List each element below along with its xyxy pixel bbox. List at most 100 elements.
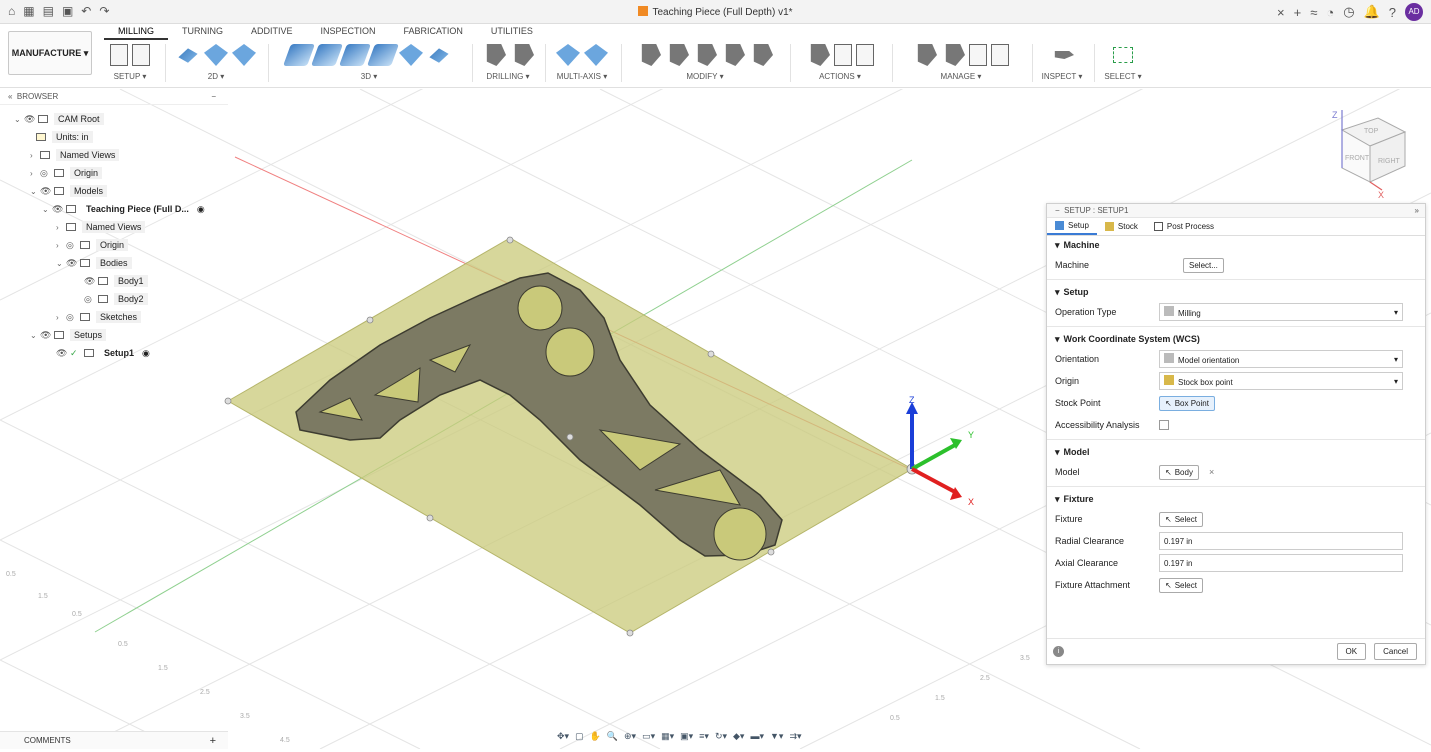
- tree-item-bodies[interactable]: ⌄ 👁 Bodies: [56, 255, 132, 271]
- machine-library-icon[interactable]: [945, 44, 965, 66]
- tree-item-models[interactable]: ⌄ 👁 Models: [30, 183, 108, 199]
- tree-item-origin[interactable]: › ◎ Origin: [30, 165, 103, 181]
- tree-item-cam-root[interactable]: ⌄ 👁 CAM Root: [14, 111, 104, 127]
- tab-post-process[interactable]: Post Process: [1146, 218, 1222, 235]
- tab-setup[interactable]: Setup: [1047, 218, 1097, 235]
- notifications-icon[interactable]: 🔔: [1364, 4, 1380, 20]
- pocket-clearing-icon[interactable]: [310, 44, 344, 66]
- workspace-switcher[interactable]: MANUFACTURE ▾: [8, 31, 92, 75]
- orbit-icon[interactable]: ✥▾: [557, 731, 569, 747]
- trim-toolpath-icon[interactable]: [697, 44, 717, 66]
- tab-inspection[interactable]: INSPECTION: [307, 26, 390, 40]
- 2d-pocket-icon[interactable]: [204, 44, 228, 66]
- clock-icon[interactable]: ◷: [1343, 4, 1354, 20]
- activate-radio-icon[interactable]: ◉: [197, 204, 205, 215]
- setup-sheet-icon[interactable]: [132, 44, 150, 66]
- pattern-icon[interactable]: [753, 44, 773, 66]
- template-library-icon[interactable]: [991, 44, 1009, 66]
- minimize-icon[interactable]: −: [211, 90, 216, 104]
- swarf-icon[interactable]: [556, 44, 580, 66]
- fixture-attachment-button[interactable]: ↖ Select: [1159, 577, 1203, 593]
- camera-icon[interactable]: ⇉▾: [789, 731, 801, 747]
- simulate-icon[interactable]: [810, 44, 830, 66]
- tree-item-body2[interactable]: ◎ Body2: [84, 291, 148, 307]
- help-icon[interactable]: ?: [1389, 5, 1396, 20]
- tab-turning[interactable]: TURNING: [168, 26, 237, 40]
- origin-select[interactable]: Stock box point ▾: [1159, 372, 1403, 390]
- axial-clearance-input[interactable]: 0.197 in: [1159, 554, 1403, 572]
- model-select-button[interactable]: ↖ Body: [1159, 464, 1199, 480]
- operation-type-select[interactable]: Milling ▾: [1159, 303, 1403, 321]
- radial-clearance-input[interactable]: 0.197 in: [1159, 532, 1403, 550]
- effects-icon[interactable]: ▬▾: [750, 731, 764, 747]
- tab-fabrication[interactable]: FABRICATION: [390, 26, 477, 40]
- section-fixture[interactable]: ▾ Fixture: [1047, 490, 1425, 508]
- refresh-icon[interactable]: ↻▾: [715, 731, 727, 747]
- tree-item-sketches[interactable]: › ◎ Sketches: [56, 309, 142, 325]
- scallop-icon[interactable]: [399, 44, 423, 66]
- job-status-icon[interactable]: ◔: [1326, 5, 1334, 20]
- clear-selection-icon[interactable]: ×: [1209, 467, 1214, 477]
- tree-item-body1[interactable]: 👁 Body1: [84, 273, 148, 289]
- section-wcs[interactable]: ▾ Work Coordinate System (WCS): [1047, 330, 1425, 348]
- visual-style-icon[interactable]: ◆▾: [733, 731, 744, 747]
- info-icon[interactable]: i: [1053, 646, 1064, 657]
- multi-axis-contour-icon[interactable]: [584, 44, 608, 66]
- adaptive-clearing-icon[interactable]: [282, 44, 316, 66]
- tool-icon[interactable]: [725, 44, 745, 66]
- new-tab-icon[interactable]: +: [1294, 5, 1302, 20]
- flow-icon[interactable]: [429, 48, 449, 63]
- drill-icon[interactable]: [486, 44, 506, 66]
- tab-utilities[interactable]: UTILITIES: [477, 26, 547, 40]
- section-machine[interactable]: ▾ Machine: [1047, 236, 1425, 254]
- face-icon[interactable]: [232, 44, 256, 66]
- tab-additive[interactable]: ADDITIVE: [237, 26, 307, 40]
- edit-toolpath-icon[interactable]: [641, 44, 661, 66]
- orientation-select[interactable]: Model orientation ▾: [1159, 350, 1403, 368]
- tree-item-origin-2[interactable]: › ◎ Origin: [56, 237, 129, 253]
- steep-shallow-icon[interactable]: [338, 44, 372, 66]
- filter-icon[interactable]: ▼▾: [770, 731, 783, 747]
- stock-point-button[interactable]: ↖ Box Point: [1159, 395, 1215, 411]
- 2d-adaptive-icon[interactable]: [178, 48, 198, 63]
- new-setup-icon[interactable]: [110, 44, 128, 66]
- hole-recognition-icon[interactable]: [514, 44, 534, 66]
- grid-settings-icon[interactable]: ▦▾: [661, 731, 674, 747]
- view-cube[interactable]: TOP FRONT RIGHT Z X: [1332, 110, 1407, 200]
- tool-library-icon[interactable]: [917, 44, 937, 66]
- display-settings-icon[interactable]: ▭▾: [642, 731, 655, 747]
- ok-button[interactable]: OK: [1336, 643, 1367, 660]
- machine-select-button[interactable]: Select...: [1183, 257, 1224, 273]
- section-model[interactable]: ▾ Model: [1047, 443, 1425, 461]
- tree-item-named-views-2[interactable]: › Named Views: [56, 219, 146, 235]
- avatar[interactable]: AD: [1405, 3, 1423, 21]
- select-window-icon[interactable]: [1113, 47, 1133, 63]
- add-comment-icon[interactable]: +: [210, 732, 216, 750]
- cancel-button[interactable]: Cancel: [1374, 643, 1417, 660]
- measure-icon[interactable]: [1054, 51, 1074, 59]
- fixture-select-button[interactable]: ↖ Select: [1159, 511, 1203, 527]
- contour-icon[interactable]: [366, 44, 400, 66]
- tree-item-setup1[interactable]: 👁 ✓ Setup1 ◉: [56, 345, 150, 361]
- post-library-icon[interactable]: [969, 44, 987, 66]
- activate-radio-icon[interactable]: ◉: [142, 348, 150, 359]
- extensions-icon[interactable]: ≈: [1310, 5, 1317, 20]
- fit-icon[interactable]: ⊕▾: [624, 731, 636, 747]
- zoom-icon[interactable]: 🔍: [607, 731, 618, 747]
- post-process-icon[interactable]: [834, 44, 852, 66]
- tree-item-units[interactable]: Units: in: [36, 129, 93, 145]
- pan-icon[interactable]: ✋: [590, 731, 601, 747]
- setup-sheet-icon[interactable]: [856, 44, 874, 66]
- tree-item-teaching-piece[interactable]: ⌄ 👁 Teaching Piece (Full D... ◉: [42, 201, 205, 217]
- tree-item-setups[interactable]: ⌄ 👁 Setups: [30, 327, 107, 343]
- comments-panel[interactable]: COMMENTS +: [0, 731, 228, 749]
- expand-icon[interactable]: »: [1415, 204, 1419, 218]
- close-tab-icon[interactable]: ×: [1277, 5, 1285, 20]
- tree-item-named-views[interactable]: › Named Views: [30, 147, 120, 163]
- section-setup[interactable]: ▾ Setup: [1047, 283, 1425, 301]
- accessibility-checkbox[interactable]: [1159, 420, 1169, 430]
- viewports-icon[interactable]: ▣▾: [680, 731, 693, 747]
- section-icon[interactable]: ≡▾: [699, 731, 709, 747]
- delete-toolpath-icon[interactable]: [669, 44, 689, 66]
- tab-milling[interactable]: MILLING: [104, 26, 169, 40]
